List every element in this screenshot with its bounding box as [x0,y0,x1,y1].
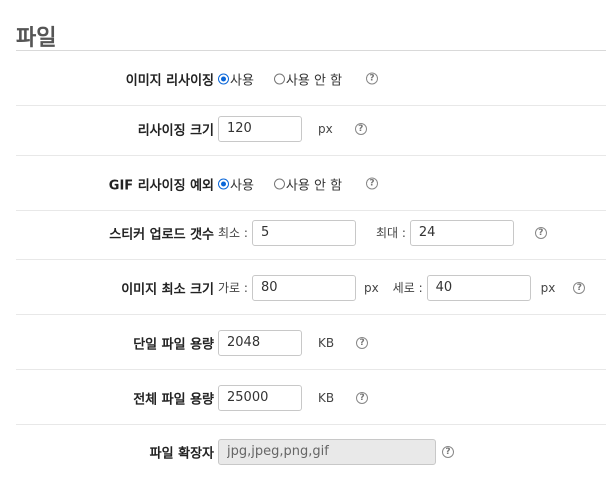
sticker-max-label: 최대 : [375,226,406,240]
image-min-height-label: 세로 : [392,281,423,295]
help-icon[interactable]: ? [366,72,379,85]
help-icon[interactable]: ? [356,391,369,404]
radio-selected-icon [218,178,229,189]
sticker-max-input[interactable] [409,219,514,246]
row-gif-resize-exception: GIF 리사이징 예외 사용 사용 안 함 ? [16,156,606,211]
radio-unselected-icon [273,178,285,189]
help-icon[interactable]: ? [356,336,369,349]
single-file-size-input[interactable] [218,329,302,356]
row-resize-size: 리사이징 크기 px ? [16,101,606,156]
row-single-file-size: 단일 파일 용량 KB ? [16,315,606,370]
sticker-upload-count-label: 스티커 업로드 갯수 [109,227,214,242]
row-sticker-upload-count: 스티커 업로드 갯수 최소 : 최대 : ? [16,205,606,260]
image-resize-radio-on[interactable]: 사용 [218,69,254,88]
image-min-width-input[interactable] [251,274,356,301]
section-title: 파일 [16,26,57,51]
image-min-height-unit: px [540,280,556,295]
help-icon[interactable]: ? [354,122,367,135]
row-file-extensions: 파일 확장자 ? [16,424,606,479]
image-resize-label: 이미지 리사이징 [125,73,214,88]
help-icon[interactable]: ? [366,177,379,190]
help-icon[interactable]: ? [442,445,454,458]
resize-size-label: 리사이징 크기 [137,123,214,138]
gif-resize-exception-radio-off[interactable]: 사용 안 함 [273,174,342,193]
radio-unselected-icon [273,73,285,84]
image-min-width-label: 가로 : [218,281,248,295]
help-icon[interactable]: ? [573,281,586,294]
row-total-file-size: 전체 파일 용량 KB ? [16,370,606,425]
sticker-min-label: 최소 : [218,226,248,240]
file-extensions-label: 파일 확장자 [149,446,214,461]
file-extensions-input[interactable] [218,438,436,465]
total-file-size-unit: KB [318,390,335,405]
image-min-size-label: 이미지 최소 크기 [121,282,214,297]
sticker-min-input[interactable] [251,219,356,246]
row-image-min-size: 이미지 최소 크기 가로 : px 세로 : px ? [16,260,606,315]
image-resize-radio-off[interactable]: 사용 안 함 [273,69,342,88]
image-min-height-input[interactable] [426,274,531,301]
total-file-size-input[interactable] [218,384,302,411]
resize-size-input[interactable] [218,115,302,142]
single-file-size-unit: KB [318,335,335,350]
radio-selected-icon [218,73,229,84]
image-min-width-unit: px [363,280,379,295]
single-file-size-label: 단일 파일 용량 [133,337,214,352]
row-image-resize: 이미지 리사이징 사용 사용 안 함 ? [16,51,606,106]
gif-resize-exception-label: GIF 리사이징 예외 [108,178,214,193]
total-file-size-label: 전체 파일 용량 [133,392,214,407]
gif-resize-exception-radio-on[interactable]: 사용 [218,174,254,193]
help-icon[interactable]: ? [534,226,547,239]
resize-size-unit: px [318,121,333,136]
